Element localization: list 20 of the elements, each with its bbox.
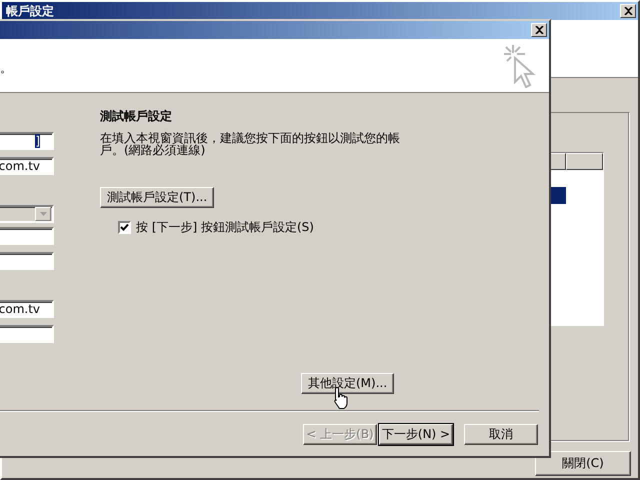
- close-button[interactable]: [620, 4, 636, 18]
- header-text: 。: [0, 61, 12, 75]
- column-header[interactable]: [566, 153, 603, 170]
- section-title: 測試帳戶設定: [100, 108, 172, 124]
- checkbox-label[interactable]: 按 [下一步] 按鈕測試帳戶設定(S): [136, 219, 314, 236]
- close-button[interactable]: 關閉(C): [535, 451, 631, 476]
- input-field[interactable]: [0, 227, 54, 245]
- test-settings-button[interactable]: 測試帳戶設定(T)...: [100, 187, 214, 208]
- cancel-button[interactable]: 取消: [464, 424, 538, 444]
- input-field[interactable]: [0, 252, 54, 270]
- input-field[interactable]: [0, 325, 54, 343]
- description-text: 在填入本視窗資訊後，建議您按下面的按鈕以測試您的帳戶。(網路必須連線): [100, 132, 400, 156]
- input-field[interactable]: ]: [0, 132, 54, 150]
- close-icon[interactable]: [624, 7, 632, 15]
- dropdown[interactable]: [0, 205, 54, 223]
- next-button[interactable]: 下一步(N) >: [379, 424, 453, 444]
- window-title: 帳戶設定: [6, 3, 54, 19]
- close-button[interactable]: [531, 23, 547, 37]
- checkbox[interactable]: [118, 221, 131, 234]
- close-icon[interactable]: [534, 26, 544, 34]
